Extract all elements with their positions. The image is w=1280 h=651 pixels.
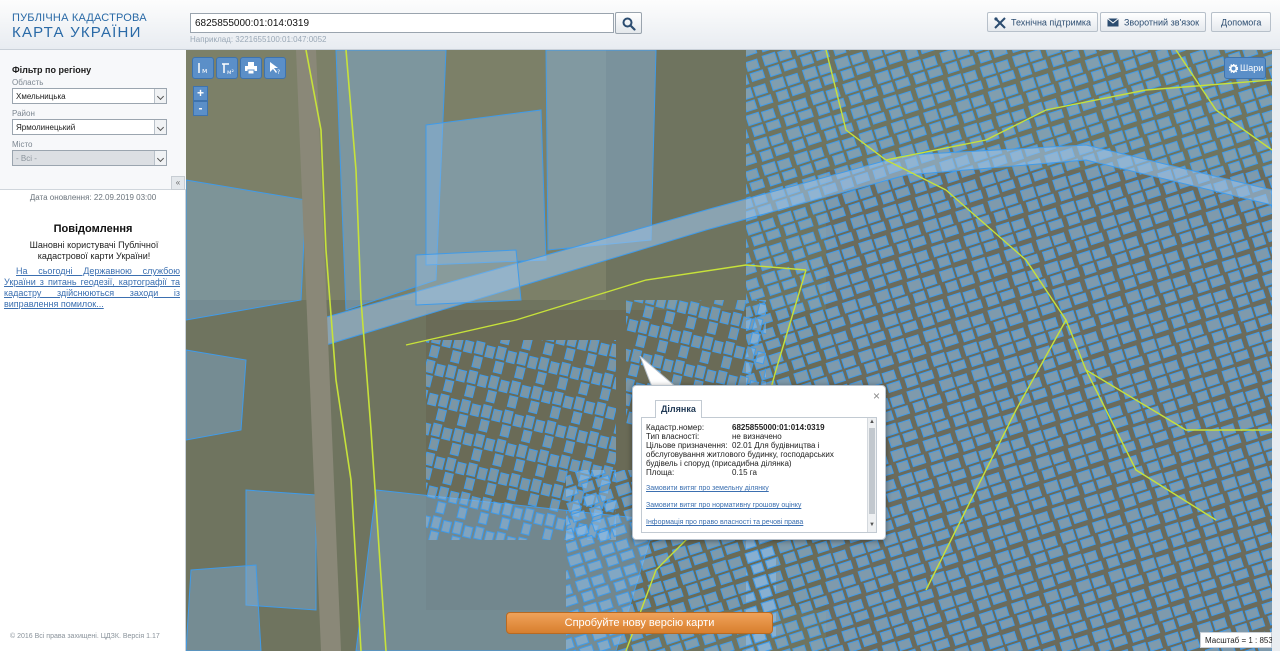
- satellite-map-image: [186, 50, 1272, 651]
- tools-icon: [994, 16, 1006, 29]
- layers-label: Шари: [1240, 63, 1264, 73]
- chevron-down-icon: [154, 120, 166, 134]
- district-label: Район: [12, 109, 35, 118]
- support-label: Технічна підтримка: [1011, 17, 1092, 28]
- purpose-value: 02.01 Для будівництва і: [732, 441, 820, 450]
- logo-top-text: ПУБЛІЧНА КАДАСТРОВА: [12, 12, 147, 24]
- search-icon: [622, 17, 636, 31]
- zoom-in-button[interactable]: +: [193, 86, 208, 101]
- chevron-down-icon: [154, 89, 166, 103]
- copyright: © 2016 Всі права захищені. ЦДЗК. Версія …: [10, 633, 160, 640]
- feedback-button[interactable]: Зворотний зв'язок: [1100, 12, 1207, 32]
- popup-pointer: [639, 356, 678, 388]
- region-label: Область: [12, 78, 44, 87]
- popup-scrollbar[interactable]: ▲ ▼: [867, 418, 876, 532]
- envelope-icon: [1107, 18, 1119, 27]
- feedback-label: Зворотний зв'язок: [1124, 17, 1200, 28]
- search-button[interactable]: [615, 12, 642, 34]
- map-toolbar: м м² ?: [192, 57, 286, 79]
- search-hint: Наприклад: 3221655100:01:047:0052: [190, 35, 327, 44]
- map-canvas[interactable]: м м² ? + - Шари × Ділянка Кадастр.номер:…: [186, 50, 1272, 651]
- measure-distance-button[interactable]: м: [192, 57, 214, 79]
- notice-title: Повідомлення: [53, 223, 133, 235]
- print-icon: [245, 62, 257, 75]
- help-label: Допомога: [1221, 17, 1262, 28]
- right-edge-strip: [1272, 50, 1280, 651]
- area-ruler-icon: м²: [222, 63, 234, 75]
- identify-button[interactable]: ?: [264, 57, 286, 79]
- logo[interactable]: ПУБЛІЧНА КАДАСТРОВА КАРТА УКРАЇНИ: [12, 12, 147, 41]
- cadnum-value: 6825855000:01:014:0319: [732, 423, 825, 432]
- purpose-continuation-2: будівель і споруд (присадибна ділянка): [646, 459, 792, 468]
- ownership-info-link[interactable]: Інформація про право власності та речові…: [646, 519, 803, 526]
- scroll-thumb[interactable]: [869, 428, 875, 514]
- header: ПУБЛІЧНА КАДАСТРОВА КАРТА УКРАЇНИ Наприк…: [0, 0, 1280, 50]
- popup-body: Кадастр.номер: 6825855000:01:014:0319 Ти…: [641, 417, 877, 533]
- close-icon[interactable]: ×: [873, 389, 880, 403]
- ownership-key: Тип власності:: [646, 432, 700, 441]
- zoom-control: + -: [193, 86, 208, 116]
- city-select-value: - Всі -: [16, 154, 37, 163]
- support-button[interactable]: Технічна підтримка: [987, 12, 1099, 32]
- ruler-icon: м: [198, 63, 207, 75]
- print-button[interactable]: [240, 57, 262, 79]
- filter-title: Фільтр по регіону: [12, 65, 92, 75]
- purpose-continuation-1: обслуговування житлового будинку, господ…: [646, 450, 834, 459]
- region-select-value: Хмельницька: [16, 92, 66, 101]
- search-input[interactable]: [190, 13, 614, 33]
- district-select[interactable]: Ярмолинецький: [12, 119, 167, 135]
- tab-parcel[interactable]: Ділянка: [655, 400, 702, 418]
- cursor-question-icon: ?: [270, 62, 280, 75]
- help-button[interactable]: Допомога: [1211, 12, 1272, 32]
- parcel-info-popup: × Ділянка Кадастр.номер: 6825855000:01:0…: [632, 385, 886, 540]
- layers-button[interactable]: Шари: [1224, 57, 1266, 79]
- chevron-down-icon: [154, 151, 166, 165]
- cadnum-key: Кадастр.номер:: [646, 423, 705, 432]
- zoom-out-button[interactable]: -: [193, 101, 208, 116]
- gear-icon: [1228, 63, 1239, 74]
- sidebar-collapse-button[interactable]: «: [171, 176, 185, 190]
- order-valuation-extract-link[interactable]: Замовити витяг про нормативну грошову оц…: [646, 502, 801, 509]
- update-date: Дата оновлення: 22.09.2019 03:00: [29, 193, 157, 202]
- scroll-down-icon[interactable]: ▼: [869, 522, 875, 528]
- region-select[interactable]: Хмельницька: [12, 88, 167, 104]
- map-scale: Масштаб = 1 : 8531: [1200, 632, 1272, 648]
- district-select-value: Ярмолинецький: [16, 123, 76, 132]
- city-select[interactable]: - Всі -: [12, 150, 167, 166]
- svg-text:м²: м²: [227, 69, 234, 75]
- measure-area-button[interactable]: м²: [216, 57, 238, 79]
- region-filter-panel: Фільтр по регіону Область Хмельницька Ра…: [0, 50, 186, 190]
- sidebar: Фільтр по регіону Область Хмельницька Ра…: [0, 50, 186, 651]
- svg-text:м: м: [202, 67, 207, 75]
- order-land-extract-link[interactable]: Замовити витяг про земельну ділянку: [646, 485, 769, 492]
- city-label: Місто: [12, 140, 33, 149]
- ownership-value: не визначено: [732, 432, 782, 441]
- scroll-up-icon[interactable]: ▲: [869, 419, 875, 425]
- svg-text:?: ?: [277, 69, 280, 75]
- area-key: Площа:: [646, 468, 675, 477]
- logo-bottom-text: КАРТА УКРАЇНИ: [12, 24, 142, 41]
- area-value: 0.15 га: [732, 468, 757, 477]
- notice-text: Шановні користувачі Публічної кадастрово…: [29, 240, 159, 261]
- try-new-version-button[interactable]: Спробуйте нову версію карти: [506, 612, 773, 634]
- purpose-key: Цільове призначення:: [646, 441, 728, 450]
- notice-link[interactable]: На сьогодні Державною службою України з …: [4, 266, 180, 310]
